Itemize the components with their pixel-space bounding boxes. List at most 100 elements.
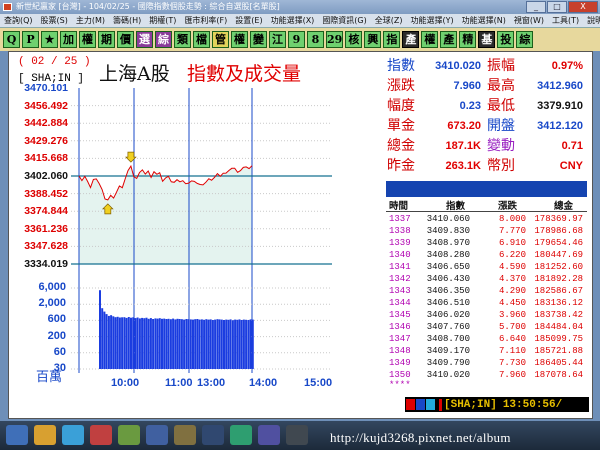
x-tick-label: 15:00 xyxy=(304,377,333,389)
table-row[interactable]: 1348 3409.170 7.110 185721.88 xyxy=(386,345,587,357)
toolbar-button-11[interactable]: 管 xyxy=(212,31,229,48)
table-row[interactable]: 1349 3409.790 7.730 186405.44 xyxy=(386,357,587,369)
taskbar-app6-icon[interactable] xyxy=(230,425,252,445)
tick-change: 4.590 xyxy=(498,262,526,272)
table-row[interactable]: 1339 3408.970 6.910 179654.46 xyxy=(386,237,587,249)
tick-index: 3410.060 xyxy=(426,214,470,224)
close-button[interactable]: X xyxy=(568,1,598,13)
table-row[interactable]: 1341 3406.650 4.590 181252.60 xyxy=(386,261,587,273)
toolbar-button-4[interactable]: 權 xyxy=(79,31,96,48)
taskbar-app2-icon[interactable] xyxy=(118,425,140,445)
minimize-button[interactable]: _ xyxy=(526,1,546,13)
menu-item-6[interactable]: 設置(E) xyxy=(231,15,266,26)
volume-bar xyxy=(105,314,108,369)
menu-item-5[interactable]: 匯市利率(F) xyxy=(180,15,231,26)
y-tick-label: 3374.844 xyxy=(24,205,68,218)
table-row[interactable]: 1347 3408.700 6.640 185099.75 xyxy=(386,333,587,345)
menu-item-10[interactable]: 功能選擇(Y) xyxy=(407,15,458,26)
table-row[interactable]: 1340 3408.280 6.220 180447.69 xyxy=(386,249,587,261)
toolbar-button-24[interactable]: 精 xyxy=(459,31,477,48)
taskbar-app8-icon[interactable] xyxy=(286,425,308,445)
taskbar-folder-icon[interactable] xyxy=(34,425,56,445)
volume-bar xyxy=(236,319,239,369)
volume-bar xyxy=(136,317,139,369)
volume-bar xyxy=(180,319,183,369)
maximize-button[interactable]: □ xyxy=(547,1,567,13)
volume-bar xyxy=(178,319,181,369)
table-row[interactable]: 1337 3410.060 8.000 178369.97 xyxy=(386,213,587,225)
info-row: 指數 3410.020 振幅 0.97% xyxy=(383,56,589,76)
toolbar-button-26[interactable]: 投 xyxy=(497,31,515,48)
tick-amount: 181892.28 xyxy=(534,274,583,284)
toolbar-button-8[interactable]: 綜 xyxy=(155,31,172,48)
tick-change: 6.220 xyxy=(498,250,526,260)
menu-item-0[interactable]: 查詢(Q) xyxy=(0,15,37,26)
toolbar-button-20[interactable]: 指 xyxy=(383,31,401,48)
menu-item-4[interactable]: 期權(T) xyxy=(145,15,180,26)
taskbar-app-icon[interactable] xyxy=(90,425,112,445)
menu-item-2[interactable]: 主力(M) xyxy=(72,15,109,26)
taskbar-app7-icon[interactable] xyxy=(258,425,280,445)
toolbar-button-27[interactable]: 綜 xyxy=(516,31,534,48)
toolbar-button-12[interactable]: 權 xyxy=(231,31,248,48)
table-row[interactable]: 1343 3406.350 4.290 182586.67 xyxy=(386,285,587,297)
volume-bar xyxy=(118,317,121,369)
volume-bar xyxy=(147,318,150,369)
toolbar-button-2[interactable]: ★ xyxy=(41,31,58,48)
tick-change: 7.770 xyxy=(498,226,526,236)
table-row[interactable]: 1350 3410.020 7.960 187078.64 xyxy=(386,369,587,381)
volume-bar xyxy=(227,319,230,369)
toolbar-button-17[interactable]: 29 xyxy=(326,31,344,48)
toolbar-button-22[interactable]: 權 xyxy=(421,31,439,48)
tick-index: 3409.170 xyxy=(426,346,470,356)
menu-item-13[interactable]: 工具(T) xyxy=(548,15,583,26)
menu-item-9[interactable]: 全球(Z) xyxy=(371,15,407,26)
toolbar-button-5[interactable]: 期 xyxy=(98,31,115,48)
table-row[interactable]: 1344 3406.510 4.450 183136.12 xyxy=(386,297,587,309)
toolbar-button-19[interactable]: 興 xyxy=(364,31,382,48)
taskbar-app3-icon[interactable] xyxy=(146,425,168,445)
taskbar-start-icon[interactable] xyxy=(6,425,28,445)
tick-amount: 180447.69 xyxy=(534,250,583,260)
menu-item-14[interactable]: 說明(H) xyxy=(583,15,600,26)
table-row[interactable]: 1346 3407.760 5.700 184484.04 xyxy=(386,321,587,333)
menu-item-12[interactable]: 視窗(W) xyxy=(510,15,548,26)
menu-item-7[interactable]: 功能選擇(X) xyxy=(267,15,319,26)
status-symbol: [SHA;IN] xyxy=(439,398,497,411)
taskbar-browser-icon[interactable] xyxy=(62,425,84,445)
toolbar-button-9[interactable]: 類 xyxy=(174,31,191,48)
menu-item-3[interactable]: 籌碼(H) xyxy=(109,15,145,26)
volume-bar xyxy=(249,319,252,369)
intraday-chart[interactable] xyxy=(71,88,332,373)
volume-bar xyxy=(112,316,115,369)
toolbar-button-25[interactable]: 基 xyxy=(478,31,496,48)
volume-tick-label: 6,000 xyxy=(38,281,66,293)
table-row[interactable]: 1342 3406.430 4.370 181892.28 xyxy=(386,273,587,285)
menu-item-1[interactable]: 股票(S) xyxy=(37,15,72,26)
toolbar-button-14[interactable]: 江 xyxy=(269,31,286,48)
toolbar-button-16[interactable]: 8 xyxy=(307,31,324,48)
toolbar-button-18[interactable]: 核 xyxy=(345,31,363,48)
toolbar-button-7[interactable]: 選 xyxy=(136,31,153,48)
toolbar-button-21[interactable]: 產 xyxy=(402,31,420,48)
toolbar-button-15[interactable]: 9 xyxy=(288,31,305,48)
toolbar-button-3[interactable]: 加 xyxy=(60,31,77,48)
tick-time: 1348 xyxy=(389,346,411,356)
tick-index: 3410.020 xyxy=(426,370,470,380)
info-value-2: 3412.120 xyxy=(537,120,583,132)
menu-item-11[interactable]: 功能選擇(N) xyxy=(458,15,510,26)
taskbar-app4-icon[interactable] xyxy=(174,425,196,445)
toolbar-button-23[interactable]: 產 xyxy=(440,31,458,48)
toolbar-button-13[interactable]: 變 xyxy=(250,31,267,48)
volume-bar xyxy=(132,317,135,369)
toolbar-button-10[interactable]: 檔 xyxy=(193,31,210,48)
toolbar-button-0[interactable]: Q xyxy=(3,31,20,48)
menu-item-8[interactable]: 國際資訊(G) xyxy=(318,15,370,26)
tick-time: 1342 xyxy=(389,274,411,284)
toolbar-button-1[interactable]: P xyxy=(22,31,39,48)
table-row[interactable]: 1338 3409.830 7.770 178986.68 xyxy=(386,225,587,237)
taskbar-app5-icon[interactable] xyxy=(202,425,224,445)
toolbar-button-6[interactable]: 價 xyxy=(117,31,134,48)
table-row[interactable]: 1345 3406.020 3.960 183738.42 xyxy=(386,309,587,321)
volume-bar xyxy=(218,319,221,369)
